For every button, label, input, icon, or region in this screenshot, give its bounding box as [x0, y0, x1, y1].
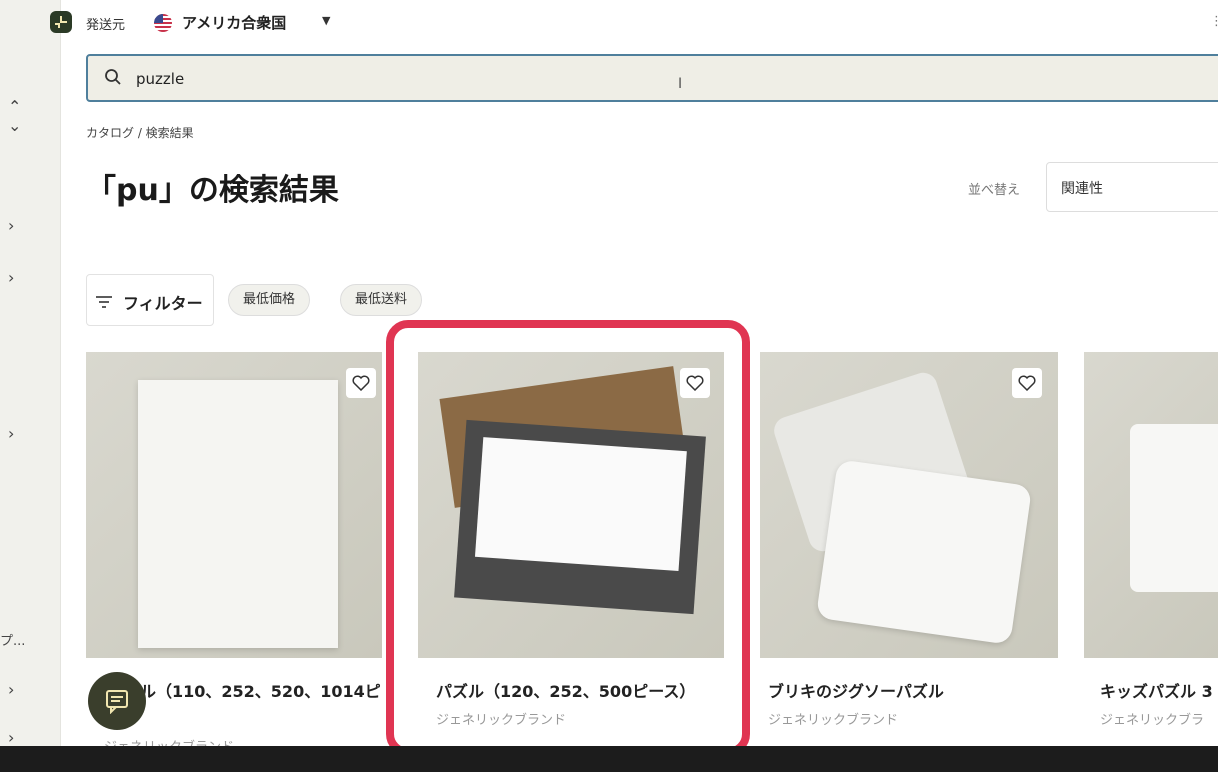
- sort-select[interactable]: 関連性: [1046, 162, 1218, 212]
- us-flag-icon: [154, 14, 172, 32]
- caret-down-icon[interactable]: ▼: [322, 14, 330, 27]
- search-bar[interactable]: puzzle: [86, 54, 1218, 102]
- product-brand: ジェネリックブラ: [1100, 713, 1205, 728]
- chip-lowest-price[interactable]: 最低価格: [228, 284, 311, 316]
- sidebar-item-label[interactable]: プ...: [0, 630, 25, 649]
- bottom-bar: [0, 746, 1218, 772]
- left-sidebar: ⌃ ⌄ › › › プ... › ›: [0, 0, 61, 772]
- chevron-right-icon[interactable]: ›: [8, 728, 14, 747]
- highlight-frame: [386, 320, 750, 756]
- breadcrumb[interactable]: カタログ / 検索結果: [86, 124, 194, 141]
- sort-value: 関連性: [1061, 181, 1103, 197]
- filter-button[interactable]: フィルター: [86, 274, 214, 326]
- search-icon: [104, 68, 122, 90]
- product-name[interactable]: キッズパズル 3: [1100, 678, 1213, 702]
- tin-lid: [815, 459, 1033, 645]
- chat-icon: [106, 690, 128, 714]
- product-name[interactable]: ル（110、252、520、1014ピ: [140, 678, 381, 702]
- product-brand: ジェネリックブランド: [768, 713, 899, 728]
- chat-button[interactable]: [88, 672, 146, 730]
- filter-icon: [95, 294, 113, 313]
- app-logo-icon[interactable]: [50, 11, 72, 33]
- chevron-right-icon[interactable]: ›: [8, 680, 14, 699]
- chevron-updown-icon[interactable]: ⌃ ⌄: [8, 97, 21, 135]
- country-selector[interactable]: アメリカ合衆国: [182, 12, 286, 33]
- favorite-heart-icon[interactable]: [346, 368, 376, 398]
- product-image[interactable]: [86, 352, 382, 658]
- chevron-right-icon[interactable]: ›: [8, 268, 14, 287]
- text-cursor-icon: I: [678, 76, 683, 92]
- product-image[interactable]: [1084, 352, 1218, 658]
- favorite-heart-icon[interactable]: [1012, 368, 1042, 398]
- chip-lowest-shipping[interactable]: 最低送料: [340, 284, 423, 316]
- kids-puzzle: [1130, 424, 1218, 592]
- page-title: 「pu」の検索結果: [86, 173, 339, 208]
- sort-label: 並べ替え: [968, 183, 1021, 198]
- product-image[interactable]: [760, 352, 1058, 658]
- filter-label: フィルター: [123, 294, 203, 313]
- chevron-right-icon[interactable]: ›: [8, 216, 14, 235]
- ship-from-label: 発送元: [86, 18, 126, 33]
- puzzle-sheet: [138, 380, 338, 648]
- more-icon[interactable]: ⋮: [1210, 14, 1218, 29]
- search-input[interactable]: puzzle: [136, 70, 184, 88]
- chevron-right-icon[interactable]: ›: [8, 424, 14, 443]
- product-name[interactable]: ブリキのジグソーパズル: [768, 678, 944, 702]
